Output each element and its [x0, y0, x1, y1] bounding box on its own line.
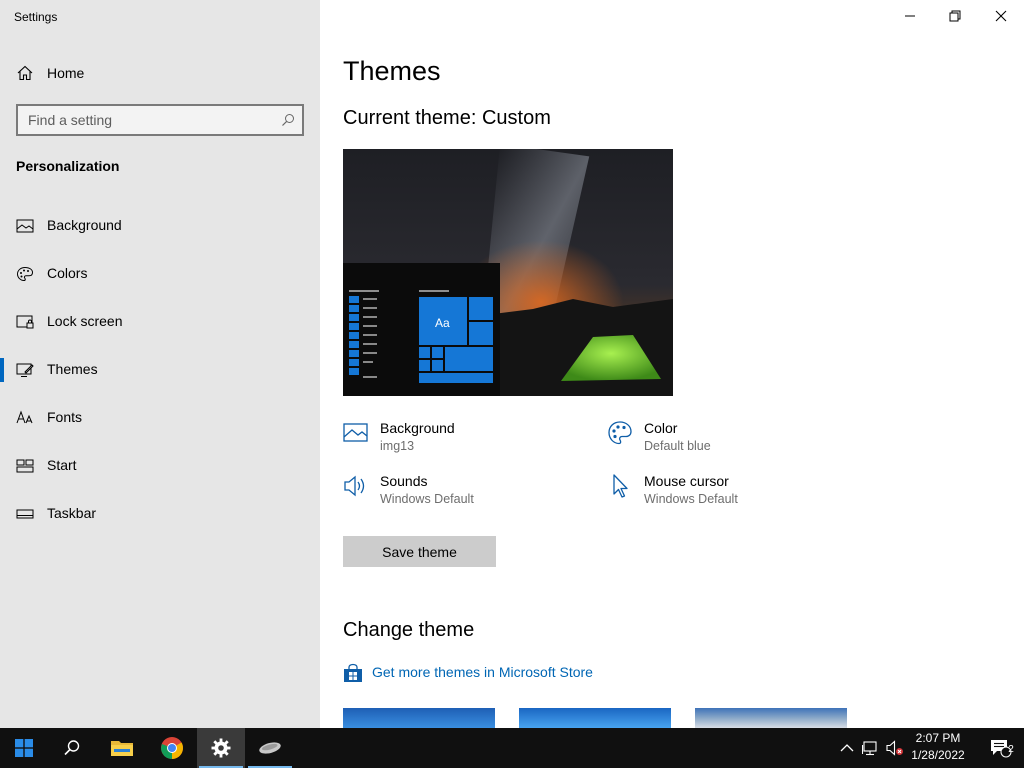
color-setting-value: Default blue	[644, 439, 711, 453]
home-icon	[17, 65, 33, 81]
minimize-icon	[905, 15, 915, 17]
chevron-up-icon[interactable]	[838, 740, 856, 756]
section-title: Personalization	[16, 158, 120, 174]
sidebar-item-label: Lock screen	[47, 313, 123, 329]
themes-icon	[16, 363, 34, 377]
mouse-cursor-setting[interactable]: Mouse cursor Windows Default	[607, 473, 827, 513]
sidebar-item-label: Start	[47, 457, 77, 473]
save-theme-button[interactable]: Save theme	[343, 536, 496, 567]
sidebar-item-label: Themes	[47, 361, 98, 377]
speaker-icon	[344, 475, 365, 497]
volume-muted-icon[interactable]	[886, 740, 904, 756]
palette-icon	[608, 421, 632, 445]
picture-icon	[343, 423, 368, 442]
home-label: Home	[47, 65, 85, 81]
close-button[interactable]	[978, 0, 1024, 32]
change-theme-heading: Change theme	[343, 619, 475, 641]
sidebar-item-label: Fonts	[47, 409, 83, 425]
sidebar-item-colors[interactable]: Colors	[0, 256, 320, 304]
sidebar-item-label: Taskbar	[47, 505, 97, 521]
settings-button[interactable]	[197, 728, 245, 768]
network-icon[interactable]	[862, 740, 880, 756]
sidebar-item-label: Background	[47, 217, 122, 233]
theme-thumbnail[interactable]	[695, 708, 847, 728]
file-explorer-button[interactable]	[98, 728, 146, 768]
preview-wallpaper	[343, 149, 673, 396]
home-nav-item[interactable]: Home	[0, 58, 320, 88]
close-icon	[995, 10, 1007, 22]
taskbar-search-button[interactable]	[48, 728, 96, 768]
current-theme-label: Current theme: Custom	[343, 107, 551, 129]
sidebar-item-background[interactable]: Background	[0, 208, 320, 256]
app-title: Settings	[14, 10, 58, 24]
notification-count: 2	[1008, 744, 1014, 755]
chrome-button[interactable]	[148, 728, 196, 768]
sidebar-item-start[interactable]: Start	[0, 448, 320, 496]
action-center-button[interactable]: 2	[978, 728, 1024, 768]
sidebar-item-fonts[interactable]: Fonts	[0, 400, 320, 448]
background-setting-value: img13	[380, 439, 415, 453]
search-icon	[64, 740, 80, 756]
sounds-setting-value: Windows Default	[380, 492, 474, 506]
clock-time: 2:07 PM	[915, 731, 961, 745]
system-clock[interactable]: 2:07 PM 1/28/2022	[905, 730, 971, 766]
preview-tile-label: Aa	[435, 316, 450, 330]
color-setting-name: Color	[644, 420, 678, 436]
sounds-setting[interactable]: Sounds Windows Default	[343, 473, 563, 513]
restore-icon	[949, 10, 961, 22]
page-title: Themes	[343, 56, 441, 86]
palette-icon	[16, 266, 34, 282]
mouse-app-button[interactable]	[246, 728, 294, 768]
start-icon	[16, 459, 34, 473]
chrome-icon	[161, 737, 183, 759]
search-input[interactable]	[18, 106, 278, 134]
minimize-button[interactable]	[887, 0, 933, 32]
active-indicator	[0, 358, 4, 382]
file-explorer-icon	[111, 741, 133, 756]
mouse-cursor-setting-value: Windows Default	[644, 492, 738, 506]
mouse-cursor-icon	[613, 474, 628, 498]
start-button[interactable]	[0, 728, 48, 768]
taskbar-icon	[16, 509, 34, 519]
color-setting[interactable]: Color Default blue	[607, 420, 827, 460]
theme-thumbnail[interactable]	[343, 708, 495, 728]
settings-icon	[211, 738, 231, 758]
background-setting[interactable]: Background img13	[343, 420, 563, 460]
sidebar-item-label: Colors	[47, 265, 88, 281]
restore-button[interactable]	[932, 0, 978, 32]
mouse-cursor-setting-name: Mouse cursor	[644, 473, 729, 489]
theme-preview: Aa	[343, 149, 673, 396]
mouse-app-icon	[259, 742, 281, 754]
theme-thumbnail[interactable]	[519, 708, 671, 728]
sidebar: Settings Home Personalization Background	[0, 0, 320, 728]
search-box[interactable]	[16, 104, 304, 136]
store-icon	[344, 663, 362, 682]
clock-date: 1/28/2022	[911, 748, 965, 762]
personalization-nav: Background Colors Lock screen Themes Fon…	[0, 208, 320, 544]
sounds-setting-name: Sounds	[380, 473, 428, 489]
fonts-icon	[16, 410, 33, 424]
taskbar: 2:07 PM 1/28/2022 2	[0, 728, 1024, 768]
sidebar-item-lock-screen[interactable]: Lock screen	[0, 304, 320, 352]
store-link-label: Get more themes in Microsoft Store	[372, 664, 593, 680]
lock-screen-icon	[16, 315, 34, 329]
windows-logo-icon	[15, 739, 33, 757]
background-setting-name: Background	[380, 420, 455, 436]
search-icon[interactable]	[281, 113, 295, 127]
sidebar-item-themes[interactable]: Themes	[0, 352, 320, 400]
picture-icon	[16, 219, 34, 233]
sidebar-item-taskbar[interactable]: Taskbar	[0, 496, 320, 544]
